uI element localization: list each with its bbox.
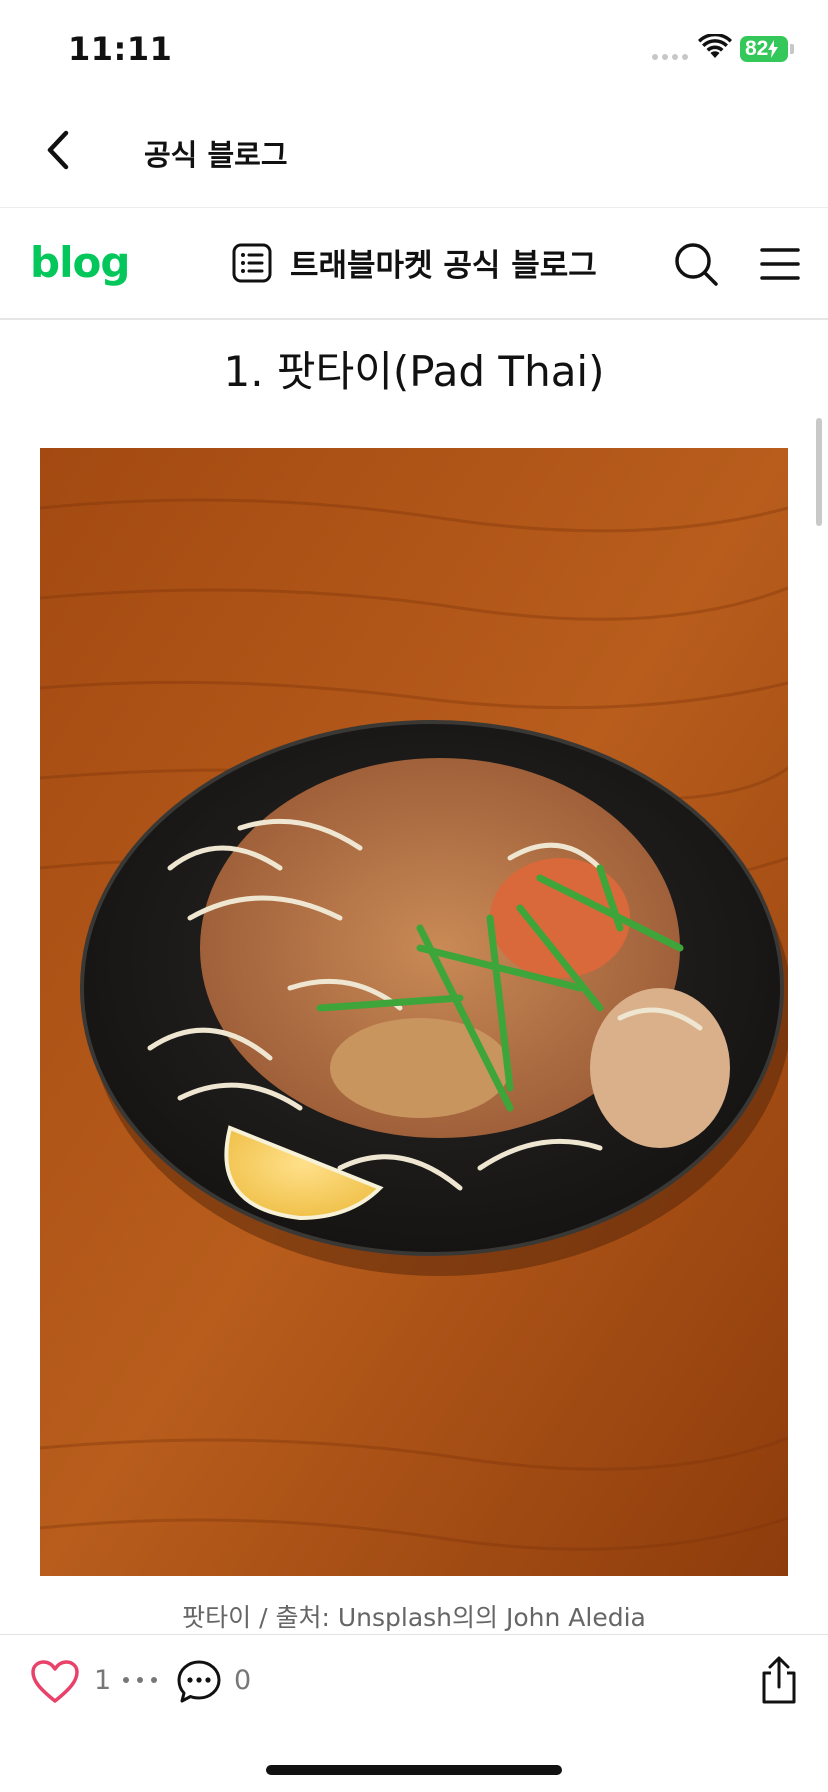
blog-name-button[interactable]: 트래블마켓 공식 블로그	[232, 240, 597, 285]
more-dots-icon[interactable]	[120, 1667, 160, 1693]
wifi-icon	[698, 34, 732, 58]
header-title: 공식 블로그	[144, 138, 288, 172]
status-bar: 11:11 82	[0, 0, 828, 100]
comment-icon[interactable]	[176, 1659, 222, 1705]
image-caption: 팟타이 / 출처: Unsplash의의 John Aledia	[182, 1603, 646, 1632]
post-heading: 1. 팟타이(Pad Thai)	[223, 347, 605, 396]
blog-nav-bar: blog 트래블마켓 공식 블로그	[0, 210, 828, 320]
pad-thai-photo	[40, 448, 788, 1576]
hamburger-menu-icon[interactable]	[756, 240, 804, 288]
like-count: 1	[94, 1665, 112, 1696]
scrollbar[interactable]	[816, 418, 822, 526]
battery-cap	[790, 44, 794, 54]
post-photo[interactable]	[40, 448, 788, 1576]
cellular-signal-icon	[652, 54, 688, 60]
list-icon	[232, 243, 272, 282]
battery-level: 82	[745, 37, 769, 60]
search-icon[interactable]	[672, 240, 720, 288]
app-header: 공식 블로그	[0, 100, 828, 208]
share-icon[interactable]	[756, 1655, 802, 1705]
comment-count: 0	[234, 1665, 252, 1696]
blog-logo[interactable]: blog	[30, 238, 130, 287]
bottom-action-bar: 1 0	[0, 1634, 828, 1792]
status-time: 11:11	[68, 30, 173, 68]
heart-icon[interactable]	[30, 1659, 80, 1705]
charging-bolt-icon	[768, 40, 779, 58]
back-button[interactable]	[30, 122, 86, 178]
chevron-left-icon	[47, 130, 69, 170]
home-indicator	[266, 1765, 562, 1775]
blog-name: 트래블마켓 공식 블로그	[290, 248, 597, 284]
battery-indicator: 82	[740, 36, 788, 62]
